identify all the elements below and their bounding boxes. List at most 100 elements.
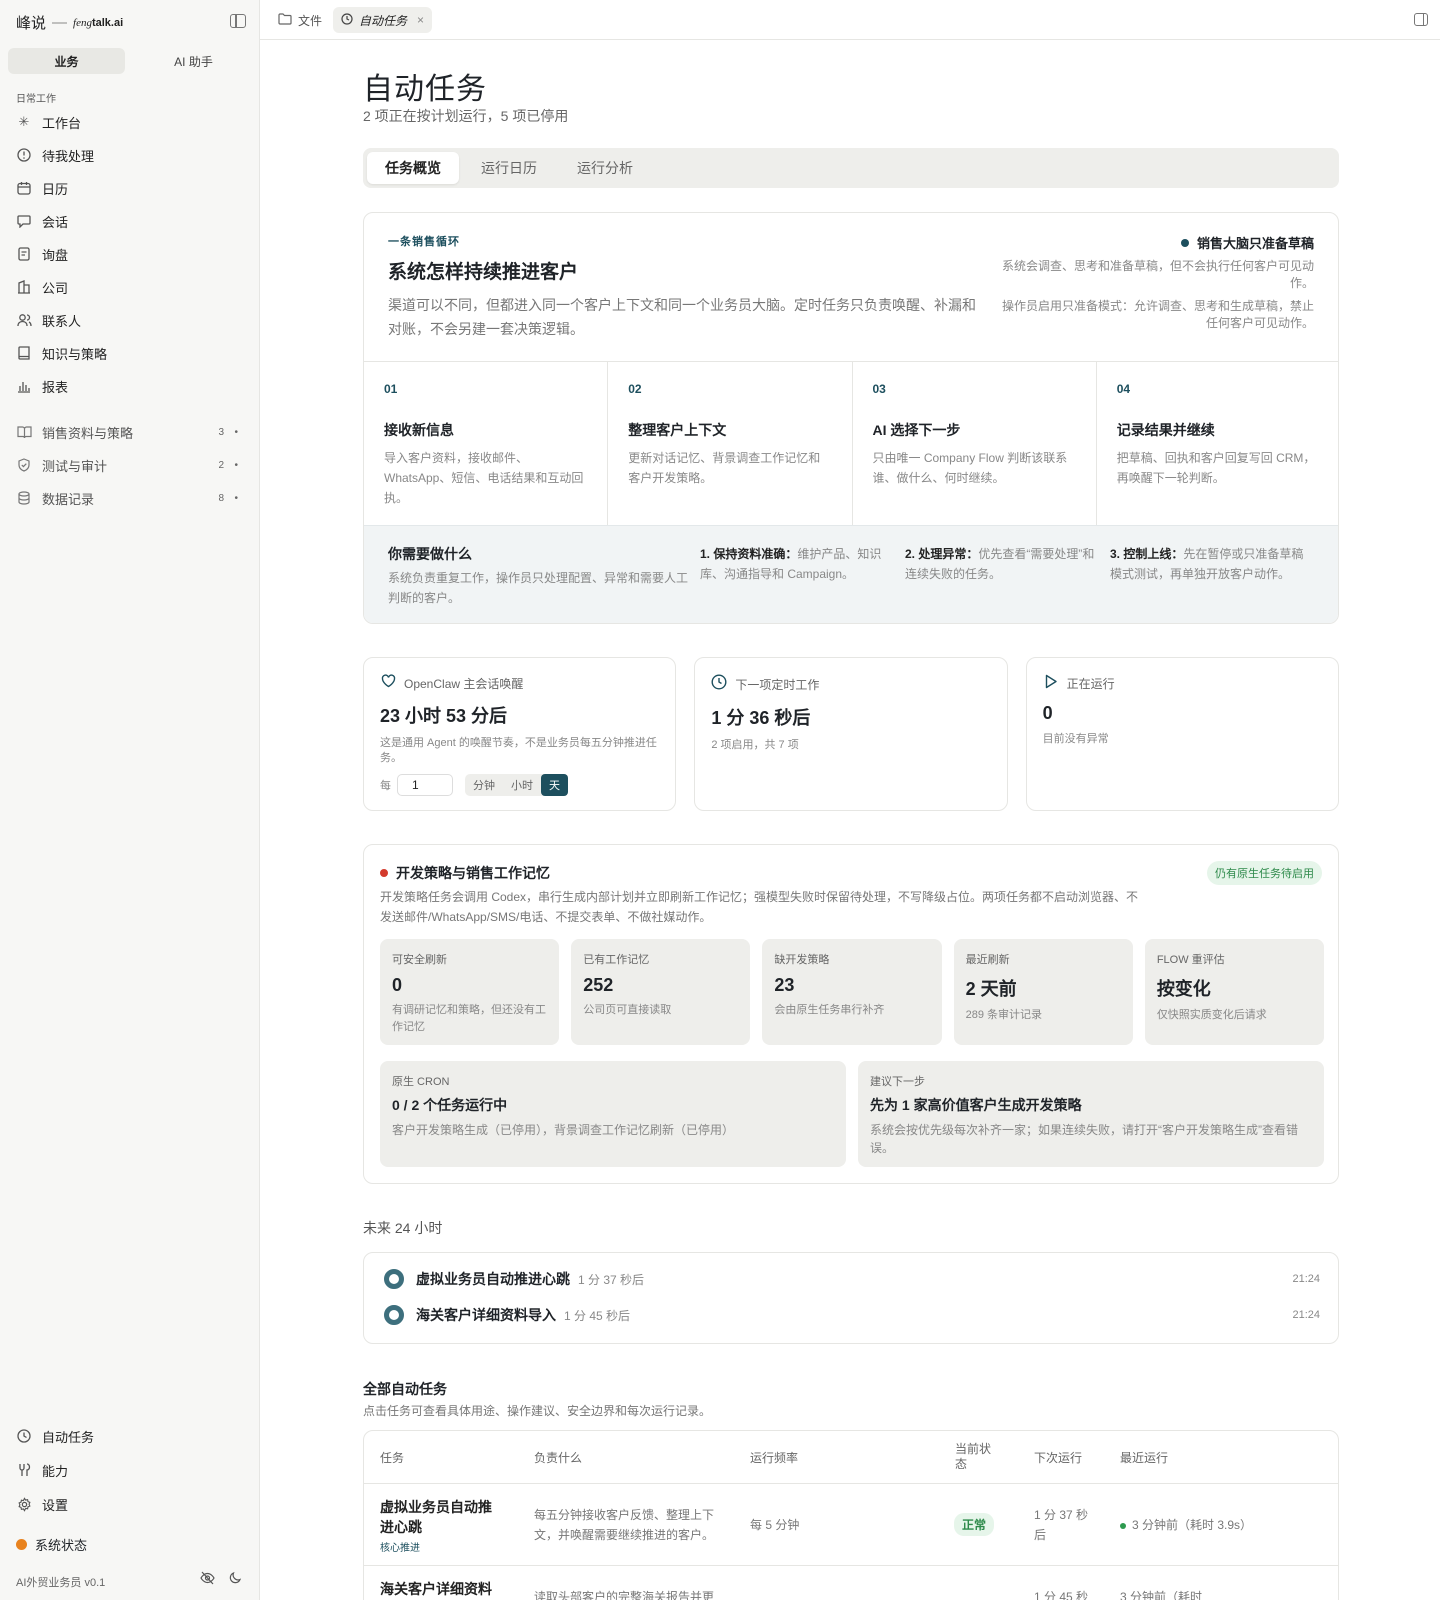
loop-steps: 01 接收新信息 导入客户资料，接收邮件、WhatsApp、短信、电话结果和互动… xyxy=(364,361,1338,525)
upcoming-item[interactable]: 海关客户详细资料导入 1 分 45 秒后 21:24 xyxy=(384,1303,1320,1327)
sidebar-item-todo[interactable]: 待我处理 xyxy=(8,140,252,170)
guide-item-title: 2. 处理异常： xyxy=(905,547,979,561)
tab-files[interactable]: 文件 xyxy=(270,7,330,33)
sidebar-group-label: 日常工作 xyxy=(16,94,56,105)
play-icon xyxy=(1043,674,1059,693)
app-version: AI外贸业务员 v0.1 xyxy=(16,1577,106,1589)
strategy-metrics: 可安全刷新 0 有调研记忆和策略，但还没有工作记忆 已有工作记忆 252 公司页… xyxy=(380,939,1325,1045)
sidebar-item-knowledge[interactable]: 知识与策略 xyxy=(8,338,252,368)
system-status[interactable]: 系统状态 xyxy=(16,1535,87,1554)
step-title: AI 选择下一步 xyxy=(872,422,961,438)
folder-icon xyxy=(278,12,292,28)
sidebar-item-chat[interactable]: 会话 xyxy=(8,206,252,236)
tools-icon xyxy=(16,1462,32,1478)
calendar-icon xyxy=(16,180,32,196)
next-step-panel[interactable]: 建议下一步 先为 1 家高价值客户生成开发策略 系统会按优先级每次补齐一家；如果… xyxy=(858,1061,1324,1167)
metric-desc: 289 条审计记录 xyxy=(965,1009,1043,1021)
table-row-task[interactable]: 虚拟业务员自动推进心跳 核心推进 xyxy=(380,1497,505,1559)
column-header: 任务 xyxy=(380,1450,405,1465)
strategy-title: 开发策略与销售工作记忆 xyxy=(396,865,550,881)
column-header: 最近运行 xyxy=(1120,1450,1169,1465)
stat-label: 正在运行 xyxy=(1066,677,1115,691)
task-tag: 核心推进 xyxy=(380,1543,420,1554)
step-title: 记录结果并继续 xyxy=(1116,422,1215,438)
success-dot xyxy=(1120,1522,1126,1529)
metric-value: 23 xyxy=(774,975,795,995)
sidebar-group-sales-materials[interactable]: 销售资料与策略 3 • xyxy=(8,417,252,447)
footer-icons xyxy=(200,1571,242,1588)
freq-prefix: 每 xyxy=(380,780,391,792)
gear-icon xyxy=(16,1496,32,1512)
system-status-label: 系统状态 xyxy=(35,1538,88,1553)
step-title: 接收新信息 xyxy=(384,422,454,438)
sidebar-item-auto-tasks[interactable]: 自动任务 xyxy=(8,1421,252,1451)
book-icon xyxy=(16,345,32,361)
sidebar-item-label: 工作台 xyxy=(42,115,82,131)
guide-item: 2. 处理异常：优先查看“需要处理”和连续失败的任务。 xyxy=(905,544,1100,584)
clock-icon xyxy=(711,674,727,694)
sidebar-item-calendar[interactable]: 日历 xyxy=(8,173,252,203)
guide-title: 你需要做什么 xyxy=(388,546,472,562)
metric-desc: 会由原生任务串行补齐 xyxy=(774,1004,885,1016)
step-number: 03 xyxy=(872,382,886,396)
metric-label: 可安全刷新 xyxy=(392,954,447,966)
sidebar-item-contacts[interactable]: 联系人 xyxy=(8,305,252,335)
building-icon xyxy=(16,279,32,295)
step-title: 整理客户上下文 xyxy=(628,422,727,438)
sidebar-item-capabilities[interactable]: 能力 xyxy=(8,1455,252,1485)
metric-label: 已有工作记忆 xyxy=(583,954,650,966)
metric-value: 252 xyxy=(583,975,614,995)
tab-run-calendar[interactable]: 运行日历 xyxy=(463,152,555,184)
tab-run-analysis[interactable]: 运行分析 xyxy=(559,152,651,184)
sparkle-icon: ✳ xyxy=(18,114,30,129)
draft-only-mode: 操作员启用只准备模式：允许调查、思考和生成草稿，禁止任何客户可见动作。 xyxy=(1001,299,1314,330)
mode-business-button[interactable]: 业务 xyxy=(8,48,125,74)
stat-value: 23 小时 53 分后 xyxy=(380,706,508,726)
sidebar-item-reports[interactable]: 报表 xyxy=(8,371,252,401)
tab-label: 自动任务 xyxy=(359,13,408,28)
step-number: 04 xyxy=(1116,382,1131,396)
upcoming-item-time: 21:24 xyxy=(1292,1309,1320,1321)
tab-label: 文件 xyxy=(298,13,323,28)
mode-switch: 业务 AI 助手 xyxy=(8,48,252,74)
close-icon[interactable]: × xyxy=(417,13,424,27)
eye-off-icon[interactable] xyxy=(200,1571,215,1588)
sidebar-item-inquiry[interactable]: 询盘 xyxy=(8,239,252,269)
table-divider xyxy=(364,1483,1338,1484)
sidebar-group-count: 2 xyxy=(218,459,224,471)
right-panel-toggle-icon[interactable] xyxy=(1414,13,1428,26)
schedule-ring-icon xyxy=(384,1269,404,1289)
unit-minute[interactable]: 分钟 xyxy=(465,774,503,796)
step-number: 02 xyxy=(628,382,642,396)
sidebar-item-company[interactable]: 公司 xyxy=(8,272,252,302)
sidebar-item-label: 知识与策略 xyxy=(42,346,108,362)
sidebar-item-settings[interactable]: 设置 xyxy=(8,1489,252,1519)
mode-ai-assistant-button[interactable]: AI 助手 xyxy=(135,48,252,74)
step-desc: 导入客户资料，接收邮件、WhatsApp、短信、电话结果和互动回执。 xyxy=(384,451,584,505)
unit-day[interactable]: 天 xyxy=(541,774,568,796)
column-header: 下次运行 xyxy=(1034,1450,1083,1465)
sidebar-group-data-records[interactable]: 数据记录 8 • xyxy=(8,483,252,513)
panel-desc: 系统会按优先级每次补齐一家；如果连续失败，请打开“客户开发策略生成”查看错误。 xyxy=(870,1123,1298,1155)
page-subtitle: 2 项正在按计划运行，5 项已停用 xyxy=(363,108,569,124)
logo-italic: feng xyxy=(73,16,92,29)
metric-label: FLOW 重评估 xyxy=(1156,954,1225,966)
tab-auto-tasks[interactable]: 自动任务 × xyxy=(333,7,433,33)
sidebar-group-dot: • xyxy=(234,492,238,504)
upcoming-item[interactable]: 虚拟业务员自动推进心跳 1 分 37 秒后 21:24 xyxy=(384,1267,1320,1291)
frequency-input[interactable]: 1 xyxy=(397,774,453,796)
tab-overview[interactable]: 任务概览 xyxy=(367,152,459,184)
moon-icon[interactable] xyxy=(229,1571,242,1588)
frequency-unit-picker: 分钟 小时 天 xyxy=(465,774,568,796)
metric-desc: 有调研记忆和策略，但还没有工作记忆 xyxy=(392,1004,546,1033)
sidebar-group-testing-audit[interactable]: 测试与审计 2 • xyxy=(8,450,252,480)
stat-value: 1 分 36 秒后 xyxy=(711,708,811,728)
table-row-task[interactable]: 海关客户详细资料导入 xyxy=(380,1579,505,1600)
unit-hour[interactable]: 小时 xyxy=(503,774,541,796)
sidebar-item-workbench[interactable]: ✳ 工作台 xyxy=(8,107,252,137)
sidebar-collapse-icon[interactable] xyxy=(230,14,246,28)
sidebar-item-label: 能力 xyxy=(42,1463,69,1479)
brand-logo: fengtalk.ai xyxy=(73,17,123,29)
loop-step: 02 整理客户上下文 更新对话记忆、背景调查工作记忆和客户开发策略。 xyxy=(608,362,853,525)
step-desc: 只由唯一 Company Flow 判断该联系谁、做什么、何时继续。 xyxy=(872,451,1068,485)
